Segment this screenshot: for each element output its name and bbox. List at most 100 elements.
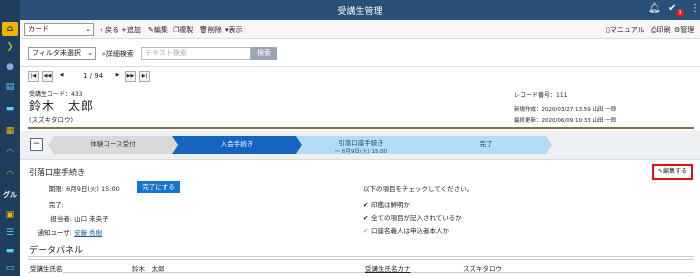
notify-label: 通知ユーザ: bbox=[37, 229, 72, 237]
filter-select-value: フィルタ未選択 bbox=[32, 49, 81, 57]
done-label: 完了: bbox=[48, 201, 64, 209]
manual-button[interactable]: ▯マニュアル bbox=[606, 25, 645, 35]
notify-user-link[interactable]: 安藤 秀樹 bbox=[74, 229, 102, 237]
view-select[interactable]: カード ⌄ bbox=[24, 23, 94, 36]
delete-label: 削除 bbox=[207, 26, 222, 34]
delete-button[interactable]: 🗑︎削除 bbox=[199, 25, 222, 35]
last-page-icon[interactable]: ▶| bbox=[139, 71, 150, 82]
check-item[interactable]: ✔ 口座名義人は申込者本人か bbox=[363, 225, 449, 235]
title-bar: 受講生管理 🔔︎ ✔ 3 ⋮ bbox=[20, 0, 700, 20]
filter-bar: フィルタ未選択 ⌄ ⌕詳細検索 テキスト検索 検索 bbox=[20, 39, 700, 67]
notify-row: 通知ユーザ: 安藤 秀樹 bbox=[12, 227, 102, 237]
kana-field-label: 受講生氏名カナ bbox=[365, 265, 411, 273]
trash-icon: 🗑︎ bbox=[199, 26, 208, 34]
next-page-icon[interactable]: ▶ bbox=[112, 71, 123, 82]
check-text: 印鑑は鮮明か bbox=[371, 201, 410, 209]
person-icon[interactable]: ● bbox=[2, 60, 18, 74]
done-row: 完了: bbox=[4, 199, 64, 209]
building-icon[interactable]: ▦ bbox=[2, 124, 18, 138]
bell-icon[interactable]: 🔔︎ bbox=[648, 3, 661, 14]
more-menu-icon[interactable]: ⋮ bbox=[690, 3, 700, 14]
stage-label: 完了 bbox=[479, 140, 493, 148]
assignee-label: 担当者: bbox=[50, 215, 72, 223]
stage-deadline: ～ 6月9日(火) 15:00 bbox=[334, 149, 388, 155]
name-field-label: 受講生氏名 bbox=[30, 263, 63, 273]
back-label: 戻る bbox=[105, 26, 120, 34]
headset-icon[interactable]: ◠ bbox=[2, 146, 18, 160]
detail-search-label: 詳細検索 bbox=[105, 50, 134, 58]
notification-badge: 3 bbox=[676, 9, 684, 17]
check-icon: ✔ bbox=[363, 214, 369, 222]
divider bbox=[28, 256, 694, 257]
detail-search-button[interactable]: ⌕詳細検索 bbox=[102, 49, 134, 59]
display-label: 表示 bbox=[228, 26, 243, 34]
check-item[interactable]: ✔ 全ての項目が記入されているか bbox=[363, 212, 462, 222]
prev-ten-icon[interactable]: ◀◀ bbox=[42, 71, 53, 82]
headset-icon[interactable]: ◠ bbox=[2, 168, 18, 182]
kana-field-value: スズキタロウ bbox=[463, 265, 502, 273]
stage-tracker: − 体験コース受付 入会手続き 引落口座手続き ～ 6月9日(火) 15:00 … bbox=[20, 131, 700, 160]
stage-label: 入会手続き bbox=[220, 140, 254, 148]
admin-label: 管理 bbox=[680, 26, 695, 34]
expand-icon[interactable]: ❯ bbox=[2, 40, 18, 54]
admin-button[interactable]: ⚙管理 bbox=[674, 25, 694, 35]
back-icon: ‹ bbox=[100, 26, 103, 34]
assignee-value: 山口 未央子 bbox=[74, 215, 109, 223]
display-button[interactable]: ▾表示 bbox=[225, 25, 243, 35]
add-button[interactable]: +追加 bbox=[121, 25, 141, 35]
stage-enrollment[interactable]: 入会手続き bbox=[172, 136, 302, 154]
collapse-button[interactable]: − bbox=[30, 138, 43, 151]
data-panel-row: 受講生氏名 鈴木 太郎 受講生氏名カナ スズキタロウ bbox=[28, 259, 694, 273]
filter-select[interactable]: フィルタ未選択 ⌄ bbox=[28, 47, 96, 60]
student-name: 鈴木 太郎 bbox=[29, 99, 95, 113]
card-icon[interactable]: ▭ bbox=[2, 261, 18, 275]
back-button[interactable]: ‹ 戻る bbox=[100, 25, 119, 35]
check-icon: ✔ bbox=[363, 201, 369, 209]
data-panel-title: データパネル bbox=[29, 246, 84, 256]
stage-label: 引落口座手続き bbox=[338, 139, 384, 147]
view-select-value: カード bbox=[28, 25, 49, 33]
edit-label: 編集 bbox=[153, 26, 168, 34]
chat-icon[interactable]: ▬ bbox=[2, 244, 18, 258]
check-text: 全ての項目が記入されているか bbox=[371, 214, 462, 222]
copy-label: 複製 bbox=[179, 26, 194, 34]
complete-button[interactable]: 完了にする bbox=[137, 181, 180, 193]
check-item[interactable]: ✔ 印鑑は鮮明か bbox=[363, 199, 410, 209]
student-kana: (スズキタロウ) bbox=[29, 116, 74, 124]
page-indicator: 1 / 94 bbox=[83, 72, 104, 80]
check-text: 口座名義人は申込者本人か bbox=[371, 227, 449, 235]
manual-label: マニュアル bbox=[609, 26, 645, 34]
chevron-down-icon: ⌄ bbox=[85, 25, 91, 33]
stage-trial-intake[interactable]: 体験コース受付 bbox=[48, 136, 178, 154]
add-label: 追加 bbox=[126, 26, 141, 34]
edit-button-label: 編集する bbox=[663, 168, 688, 175]
stage-debit-account[interactable]: 引落口座手続き ～ 6月9日(火) 15:00 bbox=[296, 136, 426, 154]
assignee-row: 担当者: 山口 未央子 bbox=[12, 213, 109, 223]
name-field-value: 鈴木 太郎 bbox=[132, 265, 165, 273]
next-ten-icon[interactable]: ▶▶ bbox=[125, 71, 136, 82]
toolbar: カード ⌄ ‹ 戻る +追加 ✎編集 ❐複製 🗑︎削除 ▾表示 ▯マニュアル ⎙… bbox=[20, 20, 700, 39]
due-label: 期限: bbox=[48, 185, 64, 193]
document-icon[interactable]: ▤ bbox=[2, 80, 18, 94]
due-value: 6月9日(火) 15:00 bbox=[66, 185, 120, 193]
app-title: 受講生管理 bbox=[337, 7, 383, 17]
edit-button[interactable]: ✎編集する bbox=[652, 164, 693, 180]
print-button[interactable]: ⎙印刷 bbox=[651, 25, 671, 35]
due-row: 期限: 6月9日(火) 15:00 bbox=[4, 183, 120, 193]
home-icon[interactable]: ⌂ bbox=[2, 22, 18, 36]
divider bbox=[28, 127, 694, 129]
edit-toolbar-button[interactable]: ✎編集 bbox=[148, 25, 168, 35]
print-label: 印刷 bbox=[656, 26, 671, 34]
stage-complete[interactable]: 完了 bbox=[420, 136, 552, 154]
section-title: 引落口座手続き bbox=[29, 168, 85, 177]
first-page-icon[interactable]: |◀ bbox=[28, 71, 39, 82]
record-number: レコード番号：111 bbox=[514, 92, 568, 99]
text-search-input[interactable]: テキスト検索 bbox=[141, 47, 251, 60]
chat-icon[interactable]: ▬ bbox=[2, 102, 18, 116]
search-button[interactable]: 検索 bbox=[251, 47, 277, 60]
check-heading: 以下の項目をチェックしてください。 bbox=[363, 185, 474, 193]
check-icon: ✔ bbox=[363, 227, 369, 235]
updated-info: 最終更新：2020/06/09 10:33 山田 一郎 bbox=[514, 118, 617, 124]
prev-page-icon[interactable]: ◀ bbox=[56, 71, 67, 82]
copy-button[interactable]: ❐複製 bbox=[173, 25, 193, 35]
